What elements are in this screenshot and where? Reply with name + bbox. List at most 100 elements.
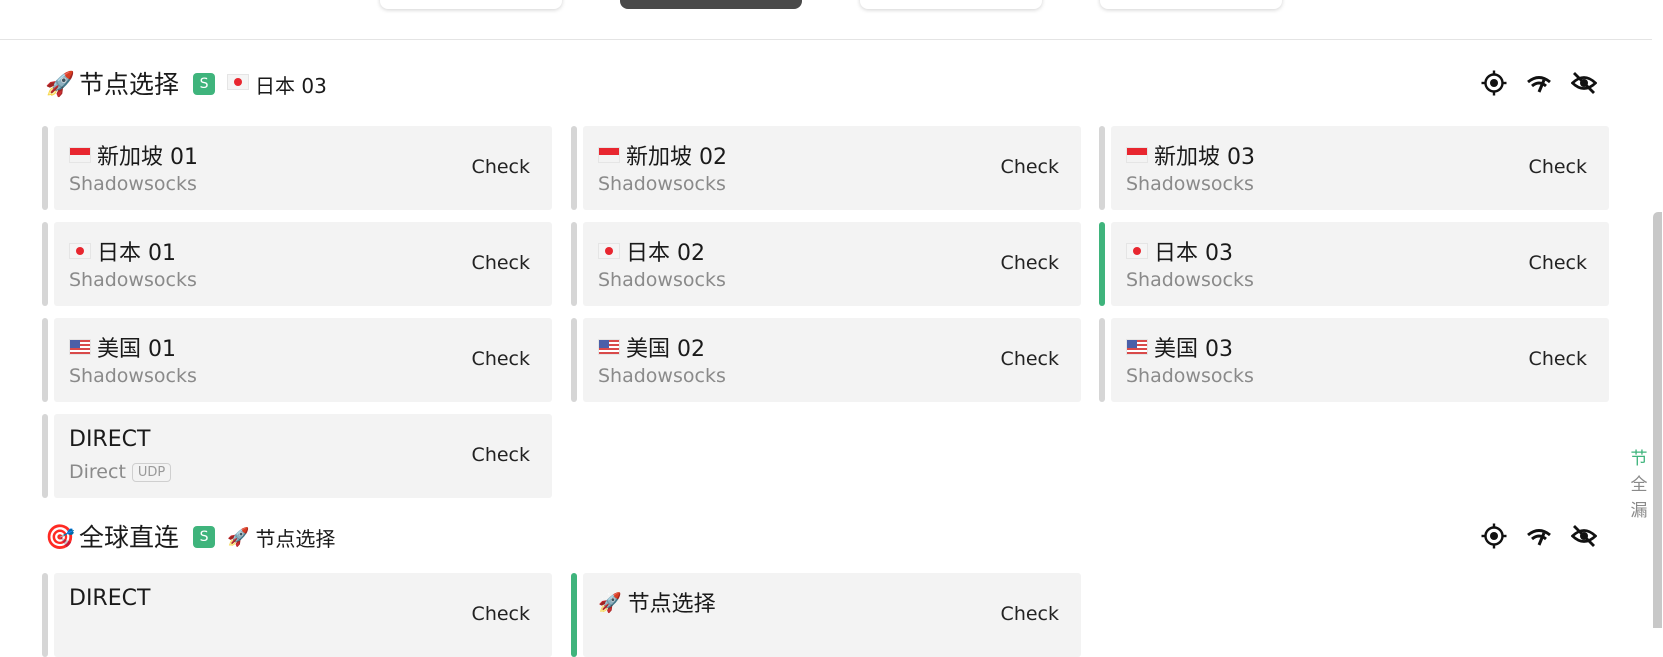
node-name-label: 美国 01 <box>97 337 176 362</box>
proxy-node-card[interactable]: 美国 03 Shadowsocks Check <box>1099 318 1609 402</box>
proxy-node-card[interactable]: 日本 02 Shadowsocks Check <box>571 222 1081 306</box>
node-card-body[interactable]: 美国 02 Shadowsocks Check <box>583 318 1081 402</box>
node-card-body[interactable]: 日本 03 Shadowsocks Check <box>1111 222 1609 306</box>
node-type: Shadowsocks <box>598 173 726 195</box>
node-indicator-bar <box>571 126 577 210</box>
node-type: Shadowsocks <box>69 173 197 195</box>
node-protocol-label: Direct <box>69 461 126 483</box>
node-card-body[interactable]: 日本 02 Shadowsocks Check <box>583 222 1081 306</box>
selected-indicator-bar <box>1099 222 1105 306</box>
node-indicator-bar <box>42 573 48 657</box>
rocket-icon: 🚀 <box>227 526 250 548</box>
proxy-node-card[interactable]: 🚀 节点选择 Check <box>571 573 1081 657</box>
proxy-node-card[interactable]: 美国 02 Shadowsocks Check <box>571 318 1081 402</box>
node-name-label: 美国 02 <box>626 337 705 362</box>
proxy-node-card[interactable]: DIRECT Direct UDP Check <box>42 414 552 498</box>
check-latency-button[interactable]: Check <box>1001 252 1059 274</box>
group-current-node: 🚀 节点选择 <box>227 523 335 552</box>
node-indicator-bar <box>1099 318 1105 402</box>
top-tab-bar <box>0 0 1663 40</box>
node-card-body[interactable]: DIRECT Direct UDP Check <box>54 414 552 498</box>
node-type: Shadowsocks <box>1126 173 1254 195</box>
jp-flag-icon <box>598 243 620 259</box>
mode-tab-active[interactable] <box>620 0 802 9</box>
node-card-body[interactable]: 新加坡 03 Shadowsocks Check <box>1111 126 1609 210</box>
proxy-node-card[interactable]: 日本 01 Shadowsocks Check <box>42 222 552 306</box>
proxy-node-card[interactable]: DIRECT Check <box>42 573 552 657</box>
node-type: Shadowsocks <box>598 365 726 387</box>
direct-group-header: 🎯 全球直连 S 🚀 节点选择 <box>45 517 335 557</box>
check-latency-button[interactable]: Check <box>1529 252 1587 274</box>
udp-badge: UDP <box>131 462 172 482</box>
node-card-body[interactable]: 美国 03 Shadowsocks Check <box>1111 318 1609 402</box>
check-latency-button[interactable]: Check <box>472 348 530 370</box>
scrollbar-thumb[interactable] <box>1653 212 1662 628</box>
group-actions <box>1481 523 1597 549</box>
check-latency-button[interactable]: Check <box>472 444 530 466</box>
proxy-node-card[interactable]: 美国 01 Shadowsocks Check <box>42 318 552 402</box>
proxy-node-card[interactable]: 新加坡 03 Shadowsocks Check <box>1099 126 1609 210</box>
node-indicator-bar <box>42 414 48 498</box>
node-card-body[interactable]: DIRECT Check <box>54 573 552 657</box>
node-card-body[interactable]: 新加坡 02 Shadowsocks Check <box>583 126 1081 210</box>
check-latency-button[interactable]: Check <box>1529 156 1587 178</box>
node-name-label: 日本 01 <box>97 241 176 266</box>
proxy-node-card[interactable]: 新加坡 01 Shadowsocks Check <box>42 126 552 210</box>
eye-off-icon[interactable] <box>1571 70 1597 96</box>
group-current-node: 日本 03 <box>227 70 327 99</box>
check-latency-button[interactable]: Check <box>1529 348 1587 370</box>
mode-tab[interactable] <box>1100 0 1282 9</box>
node-indicator-bar <box>571 222 577 306</box>
target-icon: 🎯 <box>45 523 75 551</box>
proxy-node-card[interactable]: 新加坡 02 Shadowsocks Check <box>571 126 1081 210</box>
group-title: 全球直连 <box>79 522 180 552</box>
node-card-body[interactable]: 🚀 节点选择 Check <box>583 573 1081 657</box>
group-type-badge: S <box>193 73 216 95</box>
node-card-body[interactable]: 日本 01 Shadowsocks Check <box>54 222 552 306</box>
check-latency-button[interactable]: Check <box>1001 603 1059 625</box>
node-indicator-bar <box>571 318 577 402</box>
group-title: 节点选择 <box>79 69 180 99</box>
us-flag-icon <box>598 339 620 355</box>
mode-tab[interactable] <box>860 0 1042 9</box>
node-protocol-label: Shadowsocks <box>69 365 197 387</box>
node-name: DIRECT <box>69 427 150 452</box>
proxy-group-header: 🚀 节点选择 S 日本 03 <box>45 64 327 104</box>
side-index-item[interactable]: 节 <box>1631 446 1648 472</box>
node-card-body[interactable]: 美国 01 Shadowsocks Check <box>54 318 552 402</box>
eye-off-icon[interactable] <box>1571 523 1597 549</box>
us-flag-icon <box>1126 339 1148 355</box>
locate-icon[interactable] <box>1481 523 1507 549</box>
node-name: 日本 01 <box>69 235 176 267</box>
proxy-node-card[interactable]: 日本 03 Shadowsocks Check <box>1099 222 1609 306</box>
side-index-item[interactable]: 全 <box>1631 472 1648 498</box>
node-protocol-label: Shadowsocks <box>69 173 197 195</box>
node-name-label: 新加坡 01 <box>97 145 198 170</box>
rocket-icon: 🚀 <box>45 70 75 98</box>
current-node-label: 日本 03 <box>255 73 327 98</box>
node-indicator-bar <box>42 126 48 210</box>
node-type: Shadowsocks <box>598 269 726 291</box>
mode-tab[interactable] <box>380 0 562 9</box>
check-latency-button[interactable]: Check <box>472 603 530 625</box>
speed-test-icon[interactable] <box>1526 523 1552 549</box>
side-index-item[interactable]: 漏 <box>1631 498 1648 524</box>
check-latency-button[interactable]: Check <box>472 156 530 178</box>
jp-flag-icon <box>227 73 250 95</box>
node-type: Shadowsocks <box>69 269 197 291</box>
locate-icon[interactable] <box>1481 70 1507 96</box>
check-latency-button[interactable]: Check <box>1001 156 1059 178</box>
node-protocol-label: Shadowsocks <box>1126 365 1254 387</box>
check-latency-button[interactable]: Check <box>1001 348 1059 370</box>
node-name: 🚀 节点选择 <box>598 586 716 618</box>
node-name-label: 新加坡 02 <box>626 145 727 170</box>
speed-test-icon[interactable] <box>1526 70 1552 96</box>
node-type: Shadowsocks <box>1126 365 1254 387</box>
node-type: Shadowsocks <box>69 365 197 387</box>
group-type-badge: S <box>193 526 216 548</box>
check-latency-button[interactable]: Check <box>472 252 530 274</box>
rocket-icon: 🚀 <box>598 591 622 614</box>
node-type: Direct UDP <box>69 461 172 483</box>
sg-flag-icon <box>69 147 91 163</box>
node-card-body[interactable]: 新加坡 01 Shadowsocks Check <box>54 126 552 210</box>
